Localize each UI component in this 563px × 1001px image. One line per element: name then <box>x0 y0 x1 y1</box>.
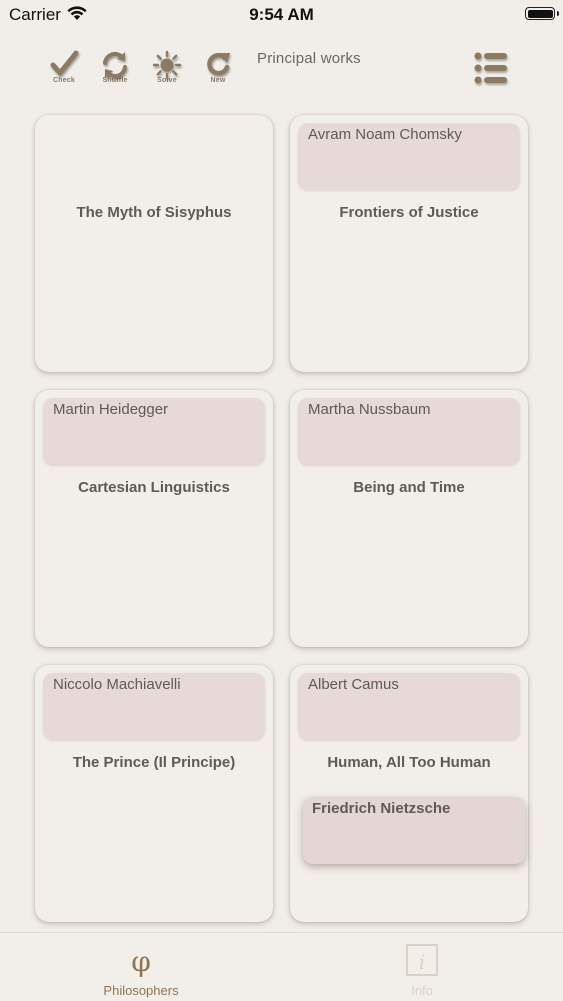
work-title: Human, All Too Human <box>327 754 491 771</box>
philosopher-name: Martin Heidegger <box>53 401 169 418</box>
info-icon: i <box>406 944 438 976</box>
philosopher-name: Niccolo Machiavelli <box>53 676 181 693</box>
work-card[interactable]: Niccolo Machiavelli The Prince (Il Princ… <box>35 665 273 922</box>
philosopher-name: Avram Noam Chomsky <box>308 126 462 143</box>
work-title: Cartesian Linguistics <box>78 479 230 496</box>
tab-info[interactable]: i Info <box>322 933 522 998</box>
work-title: Being and Time <box>353 479 465 496</box>
draggable-philosopher-tag[interactable]: Friedrich Nietzsche <box>303 797 525 864</box>
phi-icon: φ <box>131 945 151 978</box>
svg-text:i: i <box>419 950 425 974</box>
solve-button[interactable]: Solve <box>150 50 184 84</box>
page-title: Principal works <box>257 50 361 67</box>
work-card[interactable]: Martin Heidegger Cartesian Linguistics <box>35 390 273 647</box>
philosopher-name: Albert Camus <box>308 676 399 693</box>
work-card[interactable]: The Myth of Sisyphus <box>35 115 273 372</box>
philosopher-tag[interactable]: Martin Heidegger <box>43 398 265 465</box>
work-card[interactable]: Albert Camus Human, All Too Human <box>290 665 528 922</box>
battery-icon <box>525 7 559 20</box>
work-title: The Prince (Il Principe) <box>72 754 236 771</box>
refresh-icon <box>207 52 230 76</box>
sun-icon <box>152 50 182 80</box>
philosopher-name: Martha Nussbaum <box>308 401 431 418</box>
shuffle-button[interactable]: Shuffle <box>98 50 132 84</box>
check-icon <box>50 50 79 76</box>
status-bar: Carrier 9:54 AM <box>0 0 563 30</box>
shuffle-icon <box>103 51 127 79</box>
philosopher-tag[interactable]: Niccolo Machiavelli <box>43 673 265 740</box>
menu-button[interactable] <box>474 51 508 90</box>
philosopher-tag[interactable]: Martha Nussbaum <box>298 398 520 465</box>
work-card[interactable]: Martha Nussbaum Being and Time <box>290 390 528 647</box>
status-time: 9:54 AM <box>249 5 314 24</box>
philosopher-name: Friedrich Nietzsche <box>312 800 451 817</box>
work-card[interactable]: Avram Noam Chomsky Frontiers of Justice <box>290 115 528 372</box>
svg-text:φ: φ <box>131 945 151 978</box>
work-title: The Myth of Sisyphus <box>76 204 232 221</box>
work-title: Frontiers of Justice <box>339 204 479 221</box>
philosopher-tag[interactable]: Albert Camus <box>298 673 520 740</box>
tab-info-label: Info <box>411 983 433 998</box>
tab-philosophers[interactable]: φ Philosophers <box>41 933 241 998</box>
tab-bar: φ Philosophers i Info <box>0 932 563 1001</box>
check-button[interactable]: Check <box>47 50 81 84</box>
new-button[interactable]: New <box>201 50 235 84</box>
philosopher-tag[interactable]: Avram Noam Chomsky <box>298 123 520 190</box>
tab-philosophers-label: Philosophers <box>103 983 179 998</box>
list-icon <box>474 52 507 84</box>
